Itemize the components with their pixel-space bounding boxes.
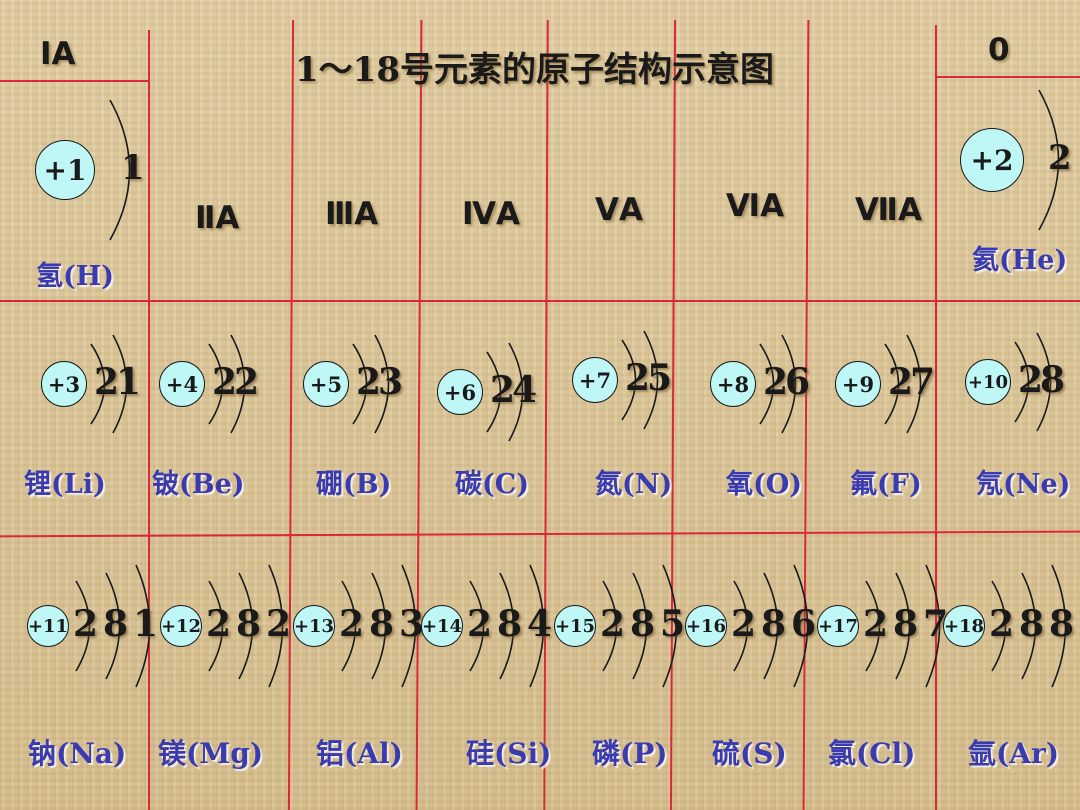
grid-line xyxy=(287,20,294,810)
nucleus: +1 xyxy=(35,140,95,200)
element-name: 铍(Be) xyxy=(152,469,245,500)
element-name: 硼(B) xyxy=(316,469,392,500)
element-name: 氮(N) xyxy=(595,469,673,500)
electron-count: 2 xyxy=(73,603,99,646)
diagram-board: 1～18号元素的原子结构示意图 ⅠA ⅡA ⅢA ⅣA ⅤA ⅥA ⅦA 0 +… xyxy=(0,0,1080,810)
grid-line xyxy=(0,300,1080,302)
element-name: 氩(Ar) xyxy=(968,737,1059,770)
grid-line xyxy=(802,20,809,810)
group-label-7: ⅦA xyxy=(855,192,922,228)
electron-count: 2 xyxy=(989,603,1015,646)
nucleus: +8 xyxy=(710,361,756,407)
group-label-4: ⅣA xyxy=(462,196,521,232)
electron-count: 5 xyxy=(660,603,686,646)
nucleus: +16 xyxy=(685,605,727,647)
electron-count: 6 xyxy=(791,603,817,646)
grid-line xyxy=(669,20,676,810)
element-name: 磷(P) xyxy=(592,737,668,770)
electron-count: 1 xyxy=(121,148,145,189)
electron-count: 8 xyxy=(103,603,129,646)
nucleus: +3 xyxy=(41,361,87,407)
nucleus: +6 xyxy=(437,369,483,415)
electron-count: 8 xyxy=(236,603,262,646)
electron-count: 8 xyxy=(893,603,919,646)
element-name: 镁(Mg) xyxy=(158,737,264,770)
electron-count: 8 xyxy=(1049,603,1075,646)
electron-count: 8 xyxy=(1040,359,1066,402)
group-label-1: ⅠA xyxy=(40,36,76,72)
element-name: 氯(Cl) xyxy=(828,737,916,770)
nucleus: +5 xyxy=(303,361,349,407)
element-name: 氢(H) xyxy=(36,261,115,292)
element-name: 氖(Ne) xyxy=(976,469,1071,500)
page-title: 1～18号元素的原子结构示意图 xyxy=(295,50,774,90)
electron-count: 2 xyxy=(1048,138,1072,179)
electron-count: 2 xyxy=(206,603,232,646)
grid-line xyxy=(543,20,549,810)
electron-count: 1 xyxy=(133,603,159,646)
nucleus: +11 xyxy=(27,605,69,647)
electron-count: 8 xyxy=(630,603,656,646)
grid-line xyxy=(0,80,150,82)
electron-count: 4 xyxy=(527,603,553,646)
electron-count: 2 xyxy=(339,603,365,646)
grid-line xyxy=(935,76,1080,78)
element-name: 铝(Al) xyxy=(316,737,403,770)
electron-count: 8 xyxy=(369,603,395,646)
electron-count: 2 xyxy=(234,361,260,404)
nucleus: +2 xyxy=(960,128,1024,192)
element-name: 碳(C) xyxy=(455,469,530,500)
grid-line xyxy=(148,30,150,810)
element-name: 氧(O) xyxy=(726,469,803,500)
element-name: 硅(Si) xyxy=(466,737,552,770)
electron-count: 2 xyxy=(731,603,757,646)
nucleus: +7 xyxy=(572,357,618,403)
electron-count: 2 xyxy=(863,603,889,646)
group-label-6: ⅥA xyxy=(726,188,785,224)
grid-line xyxy=(415,20,422,810)
group-label-2: ⅡA xyxy=(195,200,240,236)
electron-count: 6 xyxy=(785,361,811,404)
element-name: 钠(Na) xyxy=(28,737,127,770)
electron-count: 2 xyxy=(467,603,493,646)
grid-line xyxy=(0,530,1080,537)
nucleus: +4 xyxy=(159,361,205,407)
element-name: 氟(F) xyxy=(850,469,922,500)
electron-count: 4 xyxy=(512,369,538,412)
element-name: 硫(S) xyxy=(712,737,787,770)
nucleus: +10 xyxy=(965,359,1011,405)
element-name: 氦(He) xyxy=(972,245,1068,276)
electron-count: 8 xyxy=(761,603,787,646)
nucleus: +17 xyxy=(817,605,859,647)
group-label-5: ⅤA xyxy=(595,192,643,228)
nucleus: +9 xyxy=(835,361,881,407)
electron-count: 8 xyxy=(497,603,523,646)
element-name: 锂(Li) xyxy=(24,469,106,500)
grid-line xyxy=(935,25,937,810)
group-label-0: 0 xyxy=(988,32,1010,68)
nucleus: +12 xyxy=(160,605,202,647)
electron-count: 1 xyxy=(116,361,142,404)
electron-count: 5 xyxy=(647,357,673,400)
electron-count: 2 xyxy=(266,603,292,646)
electron-count: 8 xyxy=(1019,603,1045,646)
nucleus: +18 xyxy=(943,605,985,647)
nucleus: +13 xyxy=(293,605,335,647)
nucleus: +14 xyxy=(421,605,463,647)
nucleus: +15 xyxy=(554,605,596,647)
group-label-3: ⅢA xyxy=(325,196,379,232)
electron-count: 7 xyxy=(910,361,936,404)
electron-count: 2 xyxy=(600,603,626,646)
electron-count: 3 xyxy=(378,361,404,404)
